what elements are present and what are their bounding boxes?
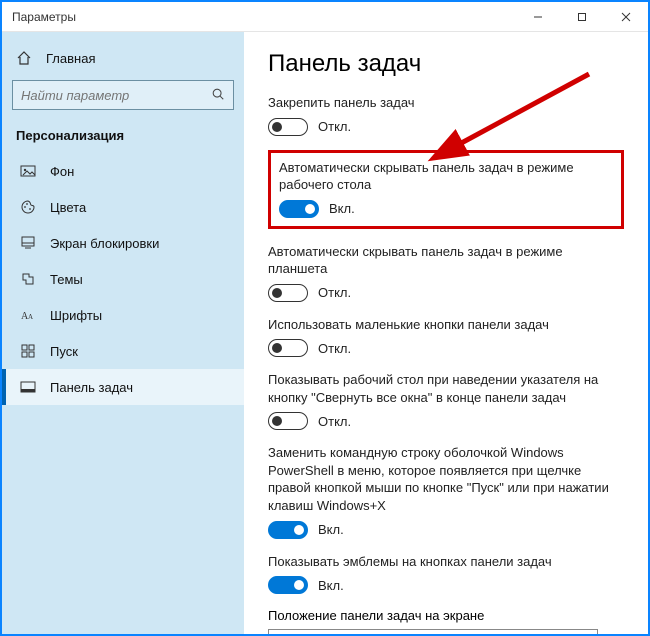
sidebar: Главная Персонализация Фон Цвета Экран б… xyxy=(2,32,244,634)
fonts-icon: AA xyxy=(20,307,36,323)
page-title: Панель задач xyxy=(268,50,624,78)
setting-label: Автоматически скрывать панель задач в ре… xyxy=(279,159,613,194)
setting-label: Показывать эмблемы на кнопках панели зад… xyxy=(268,553,624,571)
setting-label: Заменить командную строку оболочкой Wind… xyxy=(268,444,624,514)
toggle-small-buttons[interactable] xyxy=(268,339,308,357)
highlight-box: Автоматически скрывать панель задач в ре… xyxy=(268,150,624,229)
minimize-icon xyxy=(533,12,543,22)
setting-small-buttons: Использовать маленькие кнопки панели зад… xyxy=(268,316,624,358)
sidebar-item-background[interactable]: Фон xyxy=(2,153,244,189)
toggle-lock-taskbar[interactable] xyxy=(268,118,308,136)
setting-lock-taskbar: Закрепить панель задач Откл. xyxy=(268,94,624,136)
close-icon xyxy=(621,12,631,22)
maximize-icon xyxy=(577,12,587,22)
setting-label: Использовать маленькие кнопки панели зад… xyxy=(268,316,624,334)
setting-label: Закрепить панель задач xyxy=(268,94,624,112)
sidebar-item-label: Экран блокировки xyxy=(50,236,159,251)
setting-label: Показывать рабочий стол при наведении ук… xyxy=(268,371,624,406)
svg-text:A: A xyxy=(28,313,33,321)
sidebar-item-label: Панель задач xyxy=(50,380,133,395)
maximize-button[interactable] xyxy=(560,2,604,32)
setting-powershell: Заменить командную строку оболочкой Wind… xyxy=(268,444,624,538)
toggle-peek[interactable] xyxy=(268,412,308,430)
search-box[interactable] xyxy=(12,80,234,110)
toggle-state: Вкл. xyxy=(318,578,344,593)
setting-badges: Показывать эмблемы на кнопках панели зад… xyxy=(268,553,624,595)
dropdown-label-position: Положение панели задач на экране xyxy=(268,608,624,623)
toggle-state: Откл. xyxy=(318,119,351,134)
taskbar-icon xyxy=(20,379,36,395)
setting-autohide-desktop: Автоматически скрывать панель задач в ре… xyxy=(279,159,613,218)
sidebar-item-lockscreen[interactable]: Экран блокировки xyxy=(2,225,244,261)
picture-icon xyxy=(20,163,36,179)
sidebar-item-fonts[interactable]: AA Шрифты xyxy=(2,297,244,333)
setting-autohide-tablet: Автоматически скрывать панель задач в ре… xyxy=(268,243,624,302)
sidebar-home[interactable]: Главная xyxy=(2,42,244,74)
toggle-state: Вкл. xyxy=(318,522,344,537)
toggle-state: Вкл. xyxy=(329,201,355,216)
sidebar-home-label: Главная xyxy=(46,51,95,66)
sidebar-item-label: Фон xyxy=(50,164,74,179)
window-title: Параметры xyxy=(12,10,76,24)
setting-peek: Показывать рабочий стол при наведении ук… xyxy=(268,371,624,430)
sidebar-item-label: Цвета xyxy=(50,200,86,215)
toggle-state: Откл. xyxy=(318,414,351,429)
setting-label: Автоматически скрывать панель задач в ре… xyxy=(268,243,624,278)
themes-icon xyxy=(20,271,36,287)
toggle-state: Откл. xyxy=(318,285,351,300)
toggle-autohide-tablet[interactable] xyxy=(268,284,308,302)
sidebar-item-colors[interactable]: Цвета xyxy=(2,189,244,225)
palette-icon xyxy=(20,199,36,215)
sidebar-item-label: Темы xyxy=(50,272,83,287)
sidebar-item-taskbar[interactable]: Панель задач xyxy=(2,369,244,405)
toggle-badges[interactable] xyxy=(268,576,308,594)
sidebar-section-label: Персонализация xyxy=(2,122,244,153)
lockscreen-icon xyxy=(20,235,36,251)
start-icon xyxy=(20,343,36,359)
search-input[interactable] xyxy=(21,88,211,103)
sidebar-item-start[interactable]: Пуск xyxy=(2,333,244,369)
toggle-powershell[interactable] xyxy=(268,521,308,539)
sidebar-item-label: Пуск xyxy=(50,344,78,359)
content-pane: Панель задач Закрепить панель задач Откл… xyxy=(244,32,648,634)
sidebar-item-label: Шрифты xyxy=(50,308,102,323)
dropdown-position[interactable]: Внизу ⌄ xyxy=(268,629,598,634)
minimize-button[interactable] xyxy=(516,2,560,32)
search-icon xyxy=(211,87,225,104)
home-icon xyxy=(16,50,32,66)
sidebar-item-themes[interactable]: Темы xyxy=(2,261,244,297)
titlebar: Параметры xyxy=(2,2,648,32)
toggle-state: Откл. xyxy=(318,341,351,356)
toggle-autohide-desktop[interactable] xyxy=(279,200,319,218)
close-button[interactable] xyxy=(604,2,648,32)
